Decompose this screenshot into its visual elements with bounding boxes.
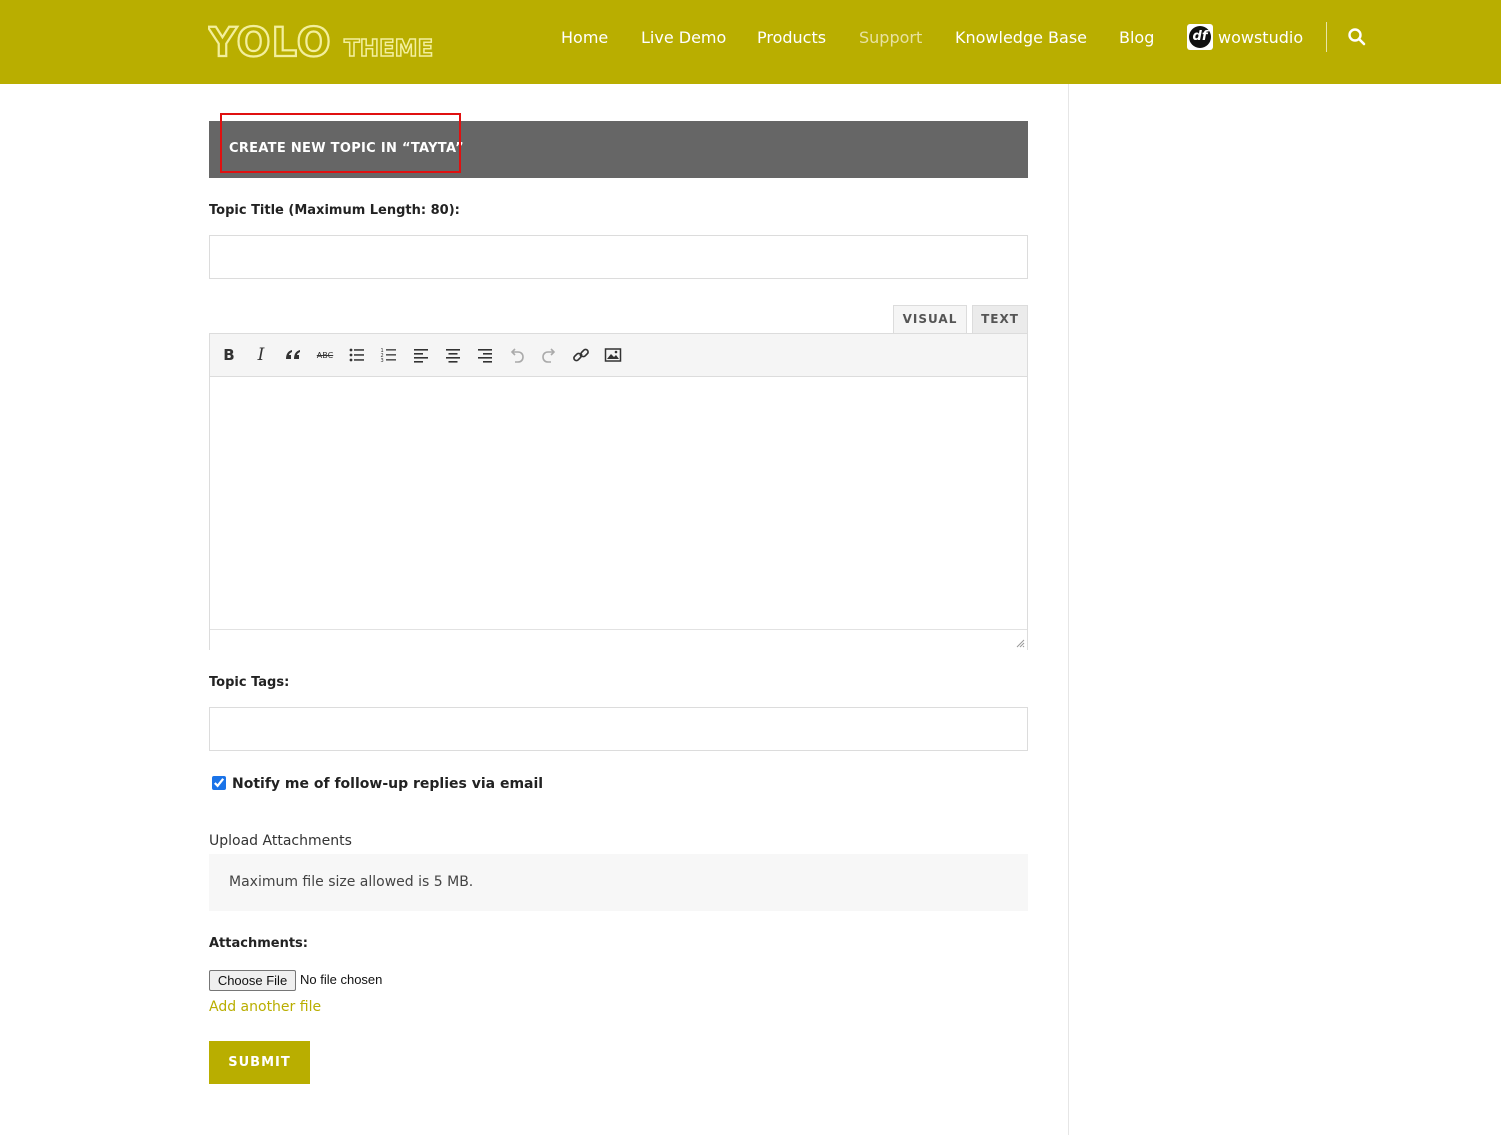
bullet-list-icon[interactable]	[344, 342, 370, 368]
content-editor: B I ABC 123	[209, 333, 1028, 650]
blockquote-icon[interactable]	[280, 342, 306, 368]
strike-glyph: ABC	[316, 350, 334, 360]
upload-info-box: Maximum file size allowed is 5 MB.	[209, 854, 1028, 911]
nav-user-name[interactable]: wowstudio	[1218, 28, 1303, 47]
logo-text-sub: THEME	[344, 36, 433, 60]
tab-text[interactable]: TEXT	[972, 305, 1028, 334]
upload-title: Upload Attachments	[209, 833, 352, 849]
bold-icon[interactable]: B	[216, 342, 242, 368]
submit-button[interactable]: SUBMIT	[209, 1041, 310, 1084]
editor-toolbar: B I ABC 123	[210, 334, 1027, 377]
nav-products[interactable]: Products	[757, 28, 826, 47]
site-header: YOLO THEME Home Live Demo Products Suppo…	[0, 0, 1501, 84]
editor-content-area[interactable]	[210, 377, 1027, 629]
nav-blog[interactable]: Blog	[1119, 28, 1154, 47]
sidebar-divider	[1068, 84, 1069, 1135]
nav-knowledge-base[interactable]: Knowledge Base	[955, 28, 1087, 47]
topic-title-input[interactable]	[209, 235, 1028, 279]
italic-glyph: I	[257, 345, 265, 365]
align-center-icon[interactable]	[440, 342, 466, 368]
align-right-icon[interactable]	[472, 342, 498, 368]
no-file-text: No file chosen	[300, 972, 383, 987]
yolotheme-logo[interactable]: YOLO THEME	[208, 20, 460, 60]
italic-icon[interactable]: I	[248, 342, 274, 368]
strikethrough-icon[interactable]: ABC	[312, 342, 338, 368]
notify-checkbox[interactable]	[212, 776, 226, 790]
upload-info-text: Maximum file size allowed is 5 MB.	[229, 874, 474, 890]
nav-home[interactable]: Home	[561, 28, 608, 47]
add-another-file-link[interactable]: Add another file	[209, 999, 321, 1015]
bold-glyph: B	[223, 346, 235, 364]
resize-handle-icon[interactable]	[1015, 638, 1025, 648]
notify-label[interactable]: Notify me of follow-up replies via email	[232, 776, 543, 792]
topic-title-label: Topic Title (Maximum Length: 80):	[209, 203, 460, 218]
image-icon[interactable]	[600, 342, 626, 368]
align-left-icon[interactable]	[408, 342, 434, 368]
tab-visual[interactable]: VISUAL	[893, 305, 967, 334]
topic-tags-label: Topic Tags:	[209, 675, 290, 690]
link-icon[interactable]	[568, 342, 594, 368]
editor-statusbar	[210, 629, 1027, 650]
undo-icon[interactable]	[504, 342, 530, 368]
attachments-label: Attachments:	[209, 936, 308, 951]
numbered-list-icon[interactable]: 123	[376, 342, 402, 368]
logo-text-main: YOLO	[208, 20, 332, 60]
avatar[interactable]: df	[1187, 24, 1213, 50]
topic-tags-input[interactable]	[209, 707, 1028, 751]
avatar-initials: df	[1189, 26, 1211, 48]
nav-live-demo[interactable]: Live Demo	[641, 28, 726, 47]
highlight-box	[220, 113, 461, 173]
search-icon[interactable]	[1347, 27, 1367, 47]
redo-icon[interactable]	[536, 342, 562, 368]
svg-text:3: 3	[381, 358, 384, 364]
nav-support[interactable]: Support	[859, 28, 922, 47]
nav-divider	[1326, 22, 1327, 52]
choose-file-button[interactable]: Choose File	[209, 970, 296, 991]
